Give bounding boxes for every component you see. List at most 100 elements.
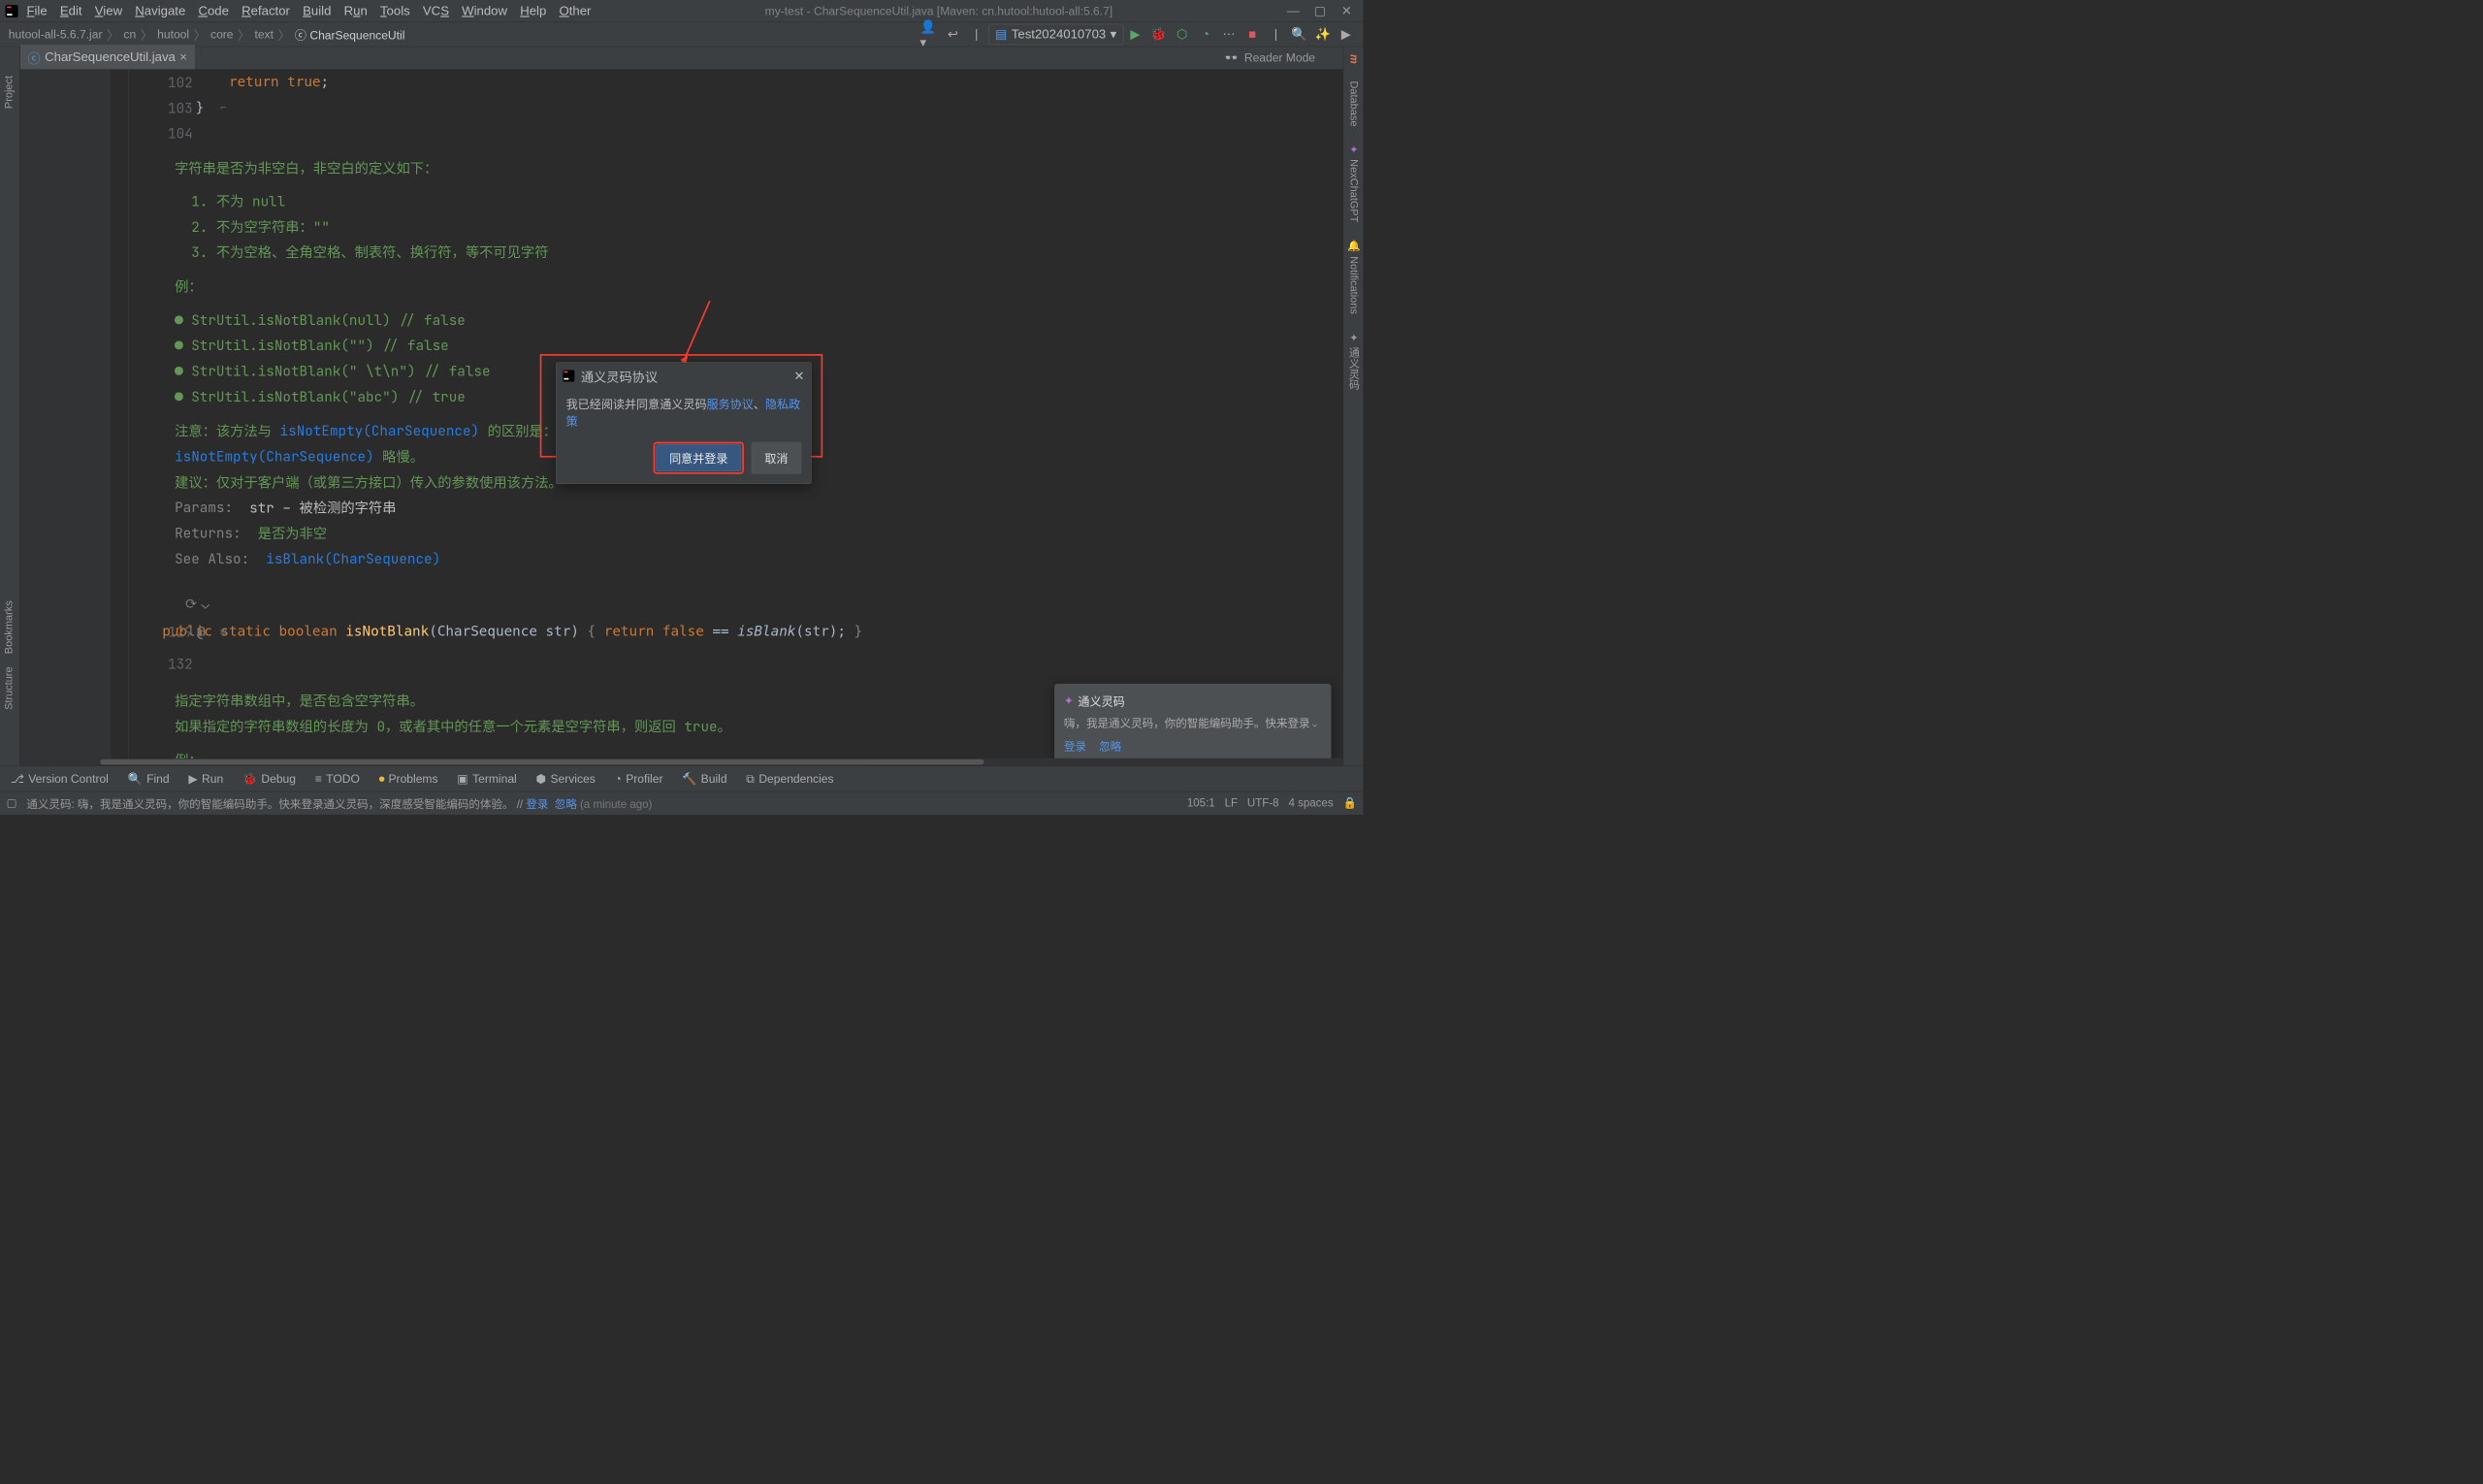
doc-actions[interactable]: ⟳⌄ (185, 595, 210, 613)
coverage-icon[interactable]: ⬡ (1173, 25, 1192, 45)
fold-end-icon[interactable]: ⌐ (220, 102, 226, 114)
line-number: 103 (129, 98, 193, 116)
main-menubar: File Edit View Navigate Code Refactor Bu… (0, 0, 1363, 22)
run-icon[interactable]: ▶ (1126, 25, 1145, 45)
menu-edit[interactable]: Edit (54, 1, 87, 20)
chevron-down-icon[interactable]: ⌄ (201, 595, 210, 613)
menu-other[interactable]: Other (554, 1, 597, 20)
tool-todo[interactable]: ≡ TODO (309, 770, 365, 789)
menu-vcs[interactable]: VCS (417, 1, 454, 20)
menu-run[interactable]: Run (339, 1, 372, 20)
override-icon[interactable]: @ (197, 623, 206, 641)
tool-tongyi[interactable]: ✦ 通义灵码 (1343, 329, 1363, 392)
stop-icon[interactable]: ■ (1242, 25, 1262, 45)
intellij-small-icon (563, 370, 575, 382)
line-number: 129 (129, 623, 193, 641)
tool-deps[interactable]: ⧉ Dependencies (741, 770, 839, 789)
menu-refactor[interactable]: Refactor (237, 1, 296, 20)
run-config-combo[interactable]: ▤ Test2024010703 ▾ (988, 24, 1124, 45)
doc-text: 字符串是否为非空白，非空白的定义如下： (175, 157, 437, 177)
tool-notifications[interactable]: 🔔 Notifications (1344, 238, 1362, 316)
ai-icon[interactable]: ✨ (1313, 25, 1333, 45)
notif-login-link[interactable]: 登录 (1064, 738, 1086, 754)
dialog-title: 通义灵码协议 (581, 367, 658, 385)
scrollbar-thumb[interactable] (100, 759, 984, 764)
crumb-class[interactable]: ⓒ CharSequenceUtil (292, 26, 408, 44)
reader-mode-toggle[interactable]: 👓 Reader Mode (1224, 51, 1315, 65)
tos-link[interactable]: 服务协议 (707, 398, 754, 411)
crumb-cn[interactable]: cn (120, 27, 139, 41)
maximize-button[interactable]: ▢ (1307, 0, 1332, 22)
status-encoding[interactable]: UTF-8 (1247, 797, 1279, 810)
tool-debug[interactable]: 🐞 Debug (237, 770, 301, 789)
notification-popup: ✦通义灵码 嗨，我是通义灵码，你的智能编码助手。快来登录⌄ 登录 忽略 (1054, 684, 1331, 762)
tool-build[interactable]: 🔨 Build (677, 770, 732, 789)
class-file-icon: ⓒ (28, 48, 41, 66)
menu-build[interactable]: Build (298, 1, 337, 20)
menu-navigate[interactable]: Navigate (130, 1, 191, 20)
chevron-down-icon[interactable]: ⌄ (1310, 718, 1320, 730)
left-tool-stripe: Project Bookmarks Structure (0, 69, 20, 789)
breadcrumb-bar: hutool-all-5.6.7.jar〉 cn〉 hutool〉 core〉 … (0, 22, 1363, 47)
crumb-hutool[interactable]: hutool (154, 27, 193, 41)
attach-icon[interactable]: ⋯ (1219, 25, 1239, 45)
tool-run[interactable]: ▶ Run (183, 770, 229, 789)
intellij-logo-icon (4, 4, 18, 18)
debug-icon[interactable]: 🐞 (1149, 25, 1169, 45)
status-line-sep[interactable]: LF (1225, 797, 1238, 810)
user-icon[interactable]: 👤▾ (920, 25, 940, 45)
crumb-core[interactable]: core (208, 27, 237, 41)
tool-vcs[interactable]: ⎇Version Control (5, 770, 113, 789)
status-toggle-icon[interactable]: ▢ (7, 796, 17, 810)
branch-icon: ⎇ (11, 772, 24, 786)
search-icon[interactable]: 🔍 (1290, 25, 1309, 45)
cancel-button[interactable]: 取消 (752, 442, 802, 474)
menu-window[interactable]: Window (457, 1, 513, 20)
status-indent[interactable]: 4 spaces (1288, 797, 1333, 810)
fold-icon[interactable]: ⊞ (220, 626, 226, 638)
annotation-button-ring: 同意并登录 (654, 442, 744, 474)
menu-help[interactable]: Help (515, 1, 552, 20)
status-message: 通义灵码: 嗨，我是通义灵码，你的智能编码助手。快来登录通义灵码，深度感受智能编… (26, 795, 652, 811)
menu-tools[interactable]: Tools (374, 1, 415, 20)
dialog-close-icon[interactable]: ✕ (793, 369, 804, 384)
tool-terminal[interactable]: ▣ Terminal (452, 770, 522, 789)
editor-tabbar: ⓒ CharSequenceUtil.java × 👓 Reader Mode … (0, 47, 1363, 69)
crumb-jar[interactable]: hutool-all-5.6.7.jar (5, 27, 105, 41)
readonly-lock-icon[interactable]: 🔒 (1342, 797, 1356, 810)
back-icon[interactable]: ↩ (944, 25, 963, 45)
menu-view[interactable]: View (89, 1, 127, 20)
tool-maven[interactable]: m (1345, 52, 1362, 66)
tool-profiler[interactable]: ◔ Profiler (609, 770, 668, 789)
profile-icon[interactable]: ◔ (1196, 25, 1215, 45)
tool-bookmarks[interactable]: Bookmarks (0, 595, 18, 661)
tool-problems[interactable]: Problems (373, 770, 443, 789)
refresh-icon[interactable]: ⟳ (185, 595, 197, 613)
tool-structure[interactable]: Structure (0, 661, 18, 717)
tool-database[interactable]: Database (1345, 79, 1362, 128)
sparkle-icon: ✦ (1064, 694, 1074, 707)
status-caret-pos[interactable]: 105:1 (1187, 797, 1215, 810)
tool-services[interactable]: ⬢ Services (531, 770, 600, 789)
crumb-text[interactable]: text (251, 27, 276, 41)
close-window-button[interactable]: ✕ (1335, 0, 1359, 22)
menu-file[interactable]: File (21, 1, 52, 20)
agree-login-button[interactable]: 同意并登录 (656, 444, 741, 470)
menu-code[interactable]: Code (193, 1, 234, 20)
warning-dot-icon (379, 776, 384, 781)
tool-project[interactable]: Project (0, 69, 18, 114)
editor-hscrollbar[interactable] (20, 758, 1343, 766)
tool-nexchatgpt[interactable]: ✦ NexChatGPT (1344, 142, 1362, 225)
status-ignore-link[interactable]: 忽略 (555, 798, 577, 811)
close-tab-icon[interactable]: × (179, 49, 187, 64)
tool-find[interactable]: 🔍 Find (122, 770, 175, 789)
line-number: 102 (129, 73, 193, 91)
vline2: | (1267, 25, 1286, 45)
status-login-link[interactable]: 登录 (526, 798, 548, 811)
right-tool-stripe: m Database ✦ NexChatGPT 🔔 Notifications … (1343, 47, 1364, 789)
minimize-button[interactable]: — (1281, 0, 1306, 22)
status-bar: ▢ 通义灵码: 嗨，我是通义灵码，你的智能编码助手。快来登录通义灵码，深度感受智… (0, 791, 1363, 815)
file-tab[interactable]: ⓒ CharSequenceUtil.java × (20, 45, 195, 71)
notif-ignore-link[interactable]: 忽略 (1099, 738, 1121, 754)
codegeex-icon[interactable]: ▶ (1337, 25, 1356, 45)
